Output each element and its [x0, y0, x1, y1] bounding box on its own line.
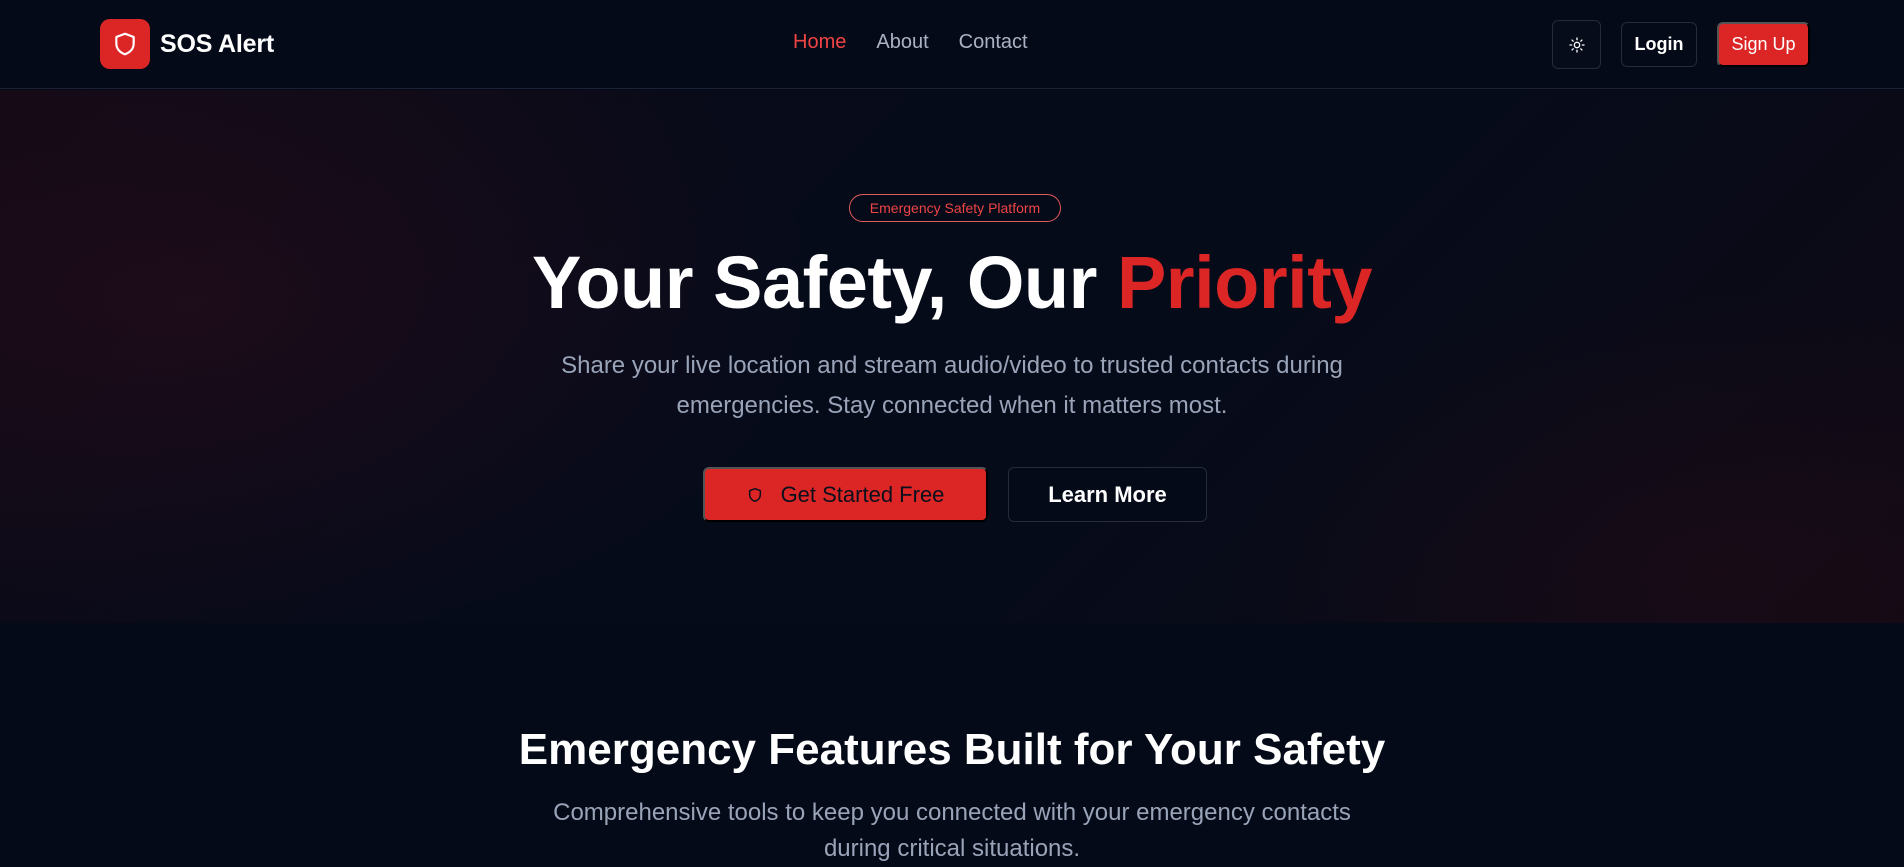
login-button[interactable]: Login [1621, 22, 1697, 67]
signup-button[interactable]: Sign Up [1717, 22, 1810, 67]
hero-title-accent: Priority [1116, 241, 1373, 324]
features-subtitle: Comprehensive tools to keep you connecte… [553, 799, 1351, 862]
brand-logo [100, 19, 150, 69]
get-started-button[interactable]: Get Started Free [703, 467, 988, 522]
main-nav: Home About Contact [793, 31, 1028, 54]
hero-title-main: Your Safety, Our [531, 241, 1117, 324]
hero-title: Your Safety, Our Priority [0, 238, 1904, 328]
shield-icon [748, 487, 761, 502]
features-title: Emergency Features Built for Your Safety [518, 725, 1386, 774]
nav-item-contact[interactable]: Contact [959, 31, 1028, 54]
hero-badge: Emergency Safety Platform [849, 194, 1061, 222]
brand-name: SOS Alert [160, 29, 274, 58]
sun-icon [1568, 36, 1585, 53]
nav-item-about[interactable]: About [876, 31, 928, 54]
learn-more-button[interactable]: Learn More [1008, 467, 1207, 522]
shield-icon [115, 32, 135, 56]
get-started-label: Get Started Free [780, 481, 945, 507]
hero-subtitle: Share your live location and stream audi… [561, 352, 1343, 419]
brand-home-link[interactable]: SOS Alert [100, 19, 274, 69]
nav-item-home[interactable]: Home [793, 31, 846, 54]
theme-toggle-button[interactable] [1552, 20, 1601, 69]
top-navbar: SOS Alert Home About Contact Login Sign … [0, 0, 1904, 89]
